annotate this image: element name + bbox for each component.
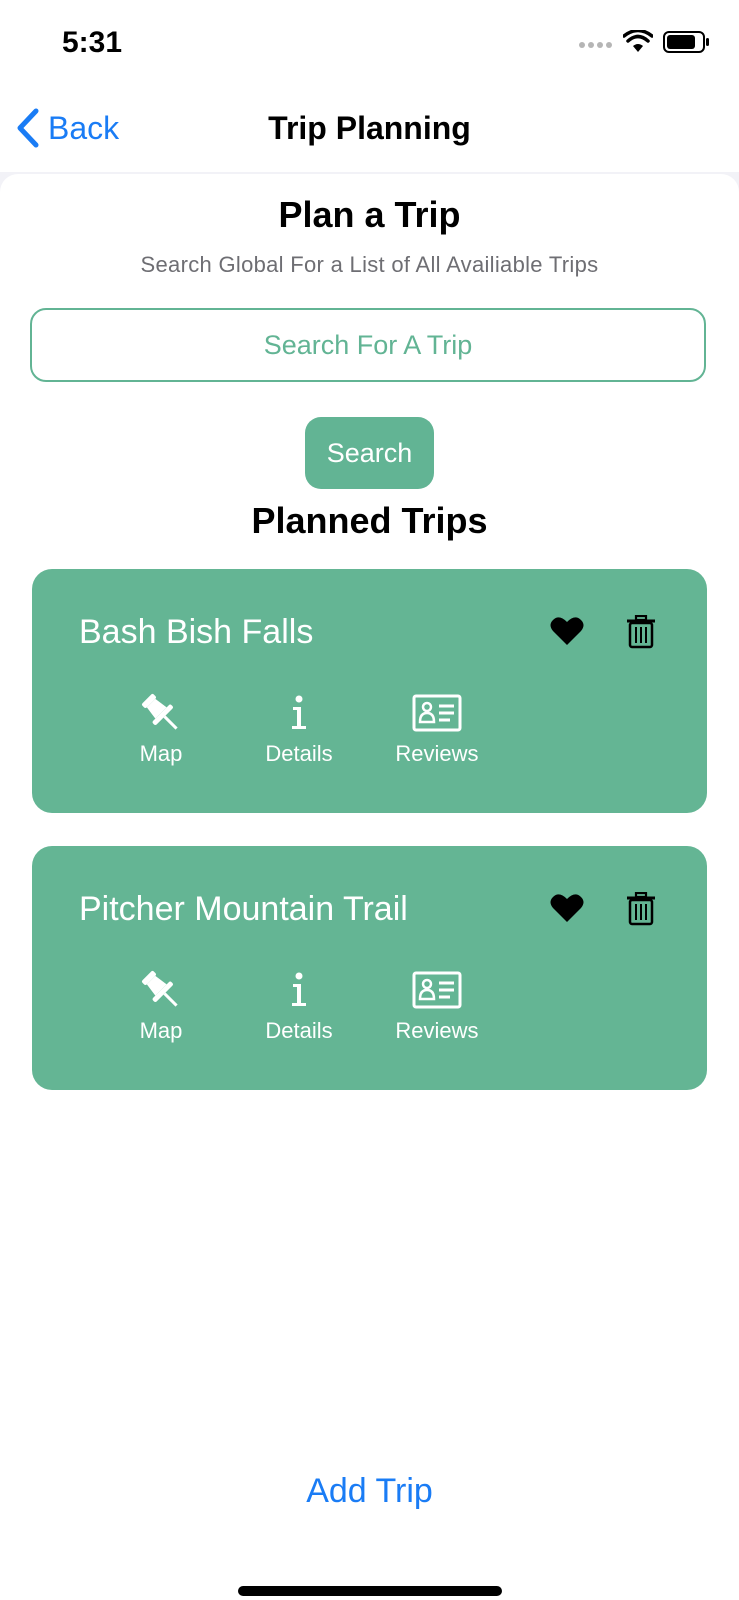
add-trip-button[interactable]: Add Trip [0,1472,739,1511]
plan-trip-subtitle: Search Global For a List of All Availiab… [140,252,599,277]
favorite-button[interactable] [550,892,584,926]
battery-icon [663,31,709,53]
info-icon [292,695,306,729]
trip-actions: Map Details Reviews [92,691,506,767]
details-label: Details [265,1018,333,1043]
pin-icon [142,694,178,730]
details-button[interactable]: Details [230,968,368,1044]
trip-name: Bash Bish Falls [79,613,314,651]
id-card-icon [412,971,462,1009]
status-time: 5:31 [62,26,123,59]
map-label: Map [139,1018,183,1043]
plan-trip-heading: Plan a Trip [278,194,461,235]
main-content: Plan a Trip Search Global For a List of … [0,174,739,1600]
reviews-button[interactable]: Reviews [368,691,506,767]
id-card-icon [412,694,462,732]
navigation-bar: Back Trip Planning [0,90,739,172]
trash-icon [627,614,655,649]
details-button[interactable]: Details [230,691,368,767]
trash-icon [627,891,655,926]
trip-card: Bash Bish Falls Map Details Reviews [32,569,707,813]
status-bar: 5:31 [0,0,739,90]
page-title: Trip Planning [268,110,471,146]
planned-trips-heading: Planned Trips [251,500,488,541]
details-label: Details [265,741,333,766]
home-indicator [238,1586,502,1596]
search-button[interactable]: Search [305,417,434,489]
trip-name: Pitcher Mountain Trail [79,890,408,928]
delete-trip-button[interactable] [626,891,656,926]
reviews-label: Reviews [395,1018,479,1043]
map-label: Map [139,741,183,766]
map-button[interactable]: Map [92,968,230,1044]
wifi-icon [623,30,653,52]
reviews-button[interactable]: Reviews [368,968,506,1044]
trip-actions: Map Details Reviews [92,968,506,1044]
map-button[interactable]: Map [92,691,230,767]
delete-trip-button[interactable] [626,614,656,649]
pin-icon [142,971,178,1007]
heart-icon [550,894,584,922]
cellular-signal-icon [579,42,612,48]
trip-card: Pitcher Mountain Trail Map Details Revie… [32,846,707,1090]
reviews-label: Reviews [395,741,479,766]
favorite-button[interactable] [550,615,584,649]
search-trip-input[interactable] [30,308,706,382]
info-icon [292,972,306,1006]
status-icons [579,30,711,54]
heart-icon [550,617,584,645]
